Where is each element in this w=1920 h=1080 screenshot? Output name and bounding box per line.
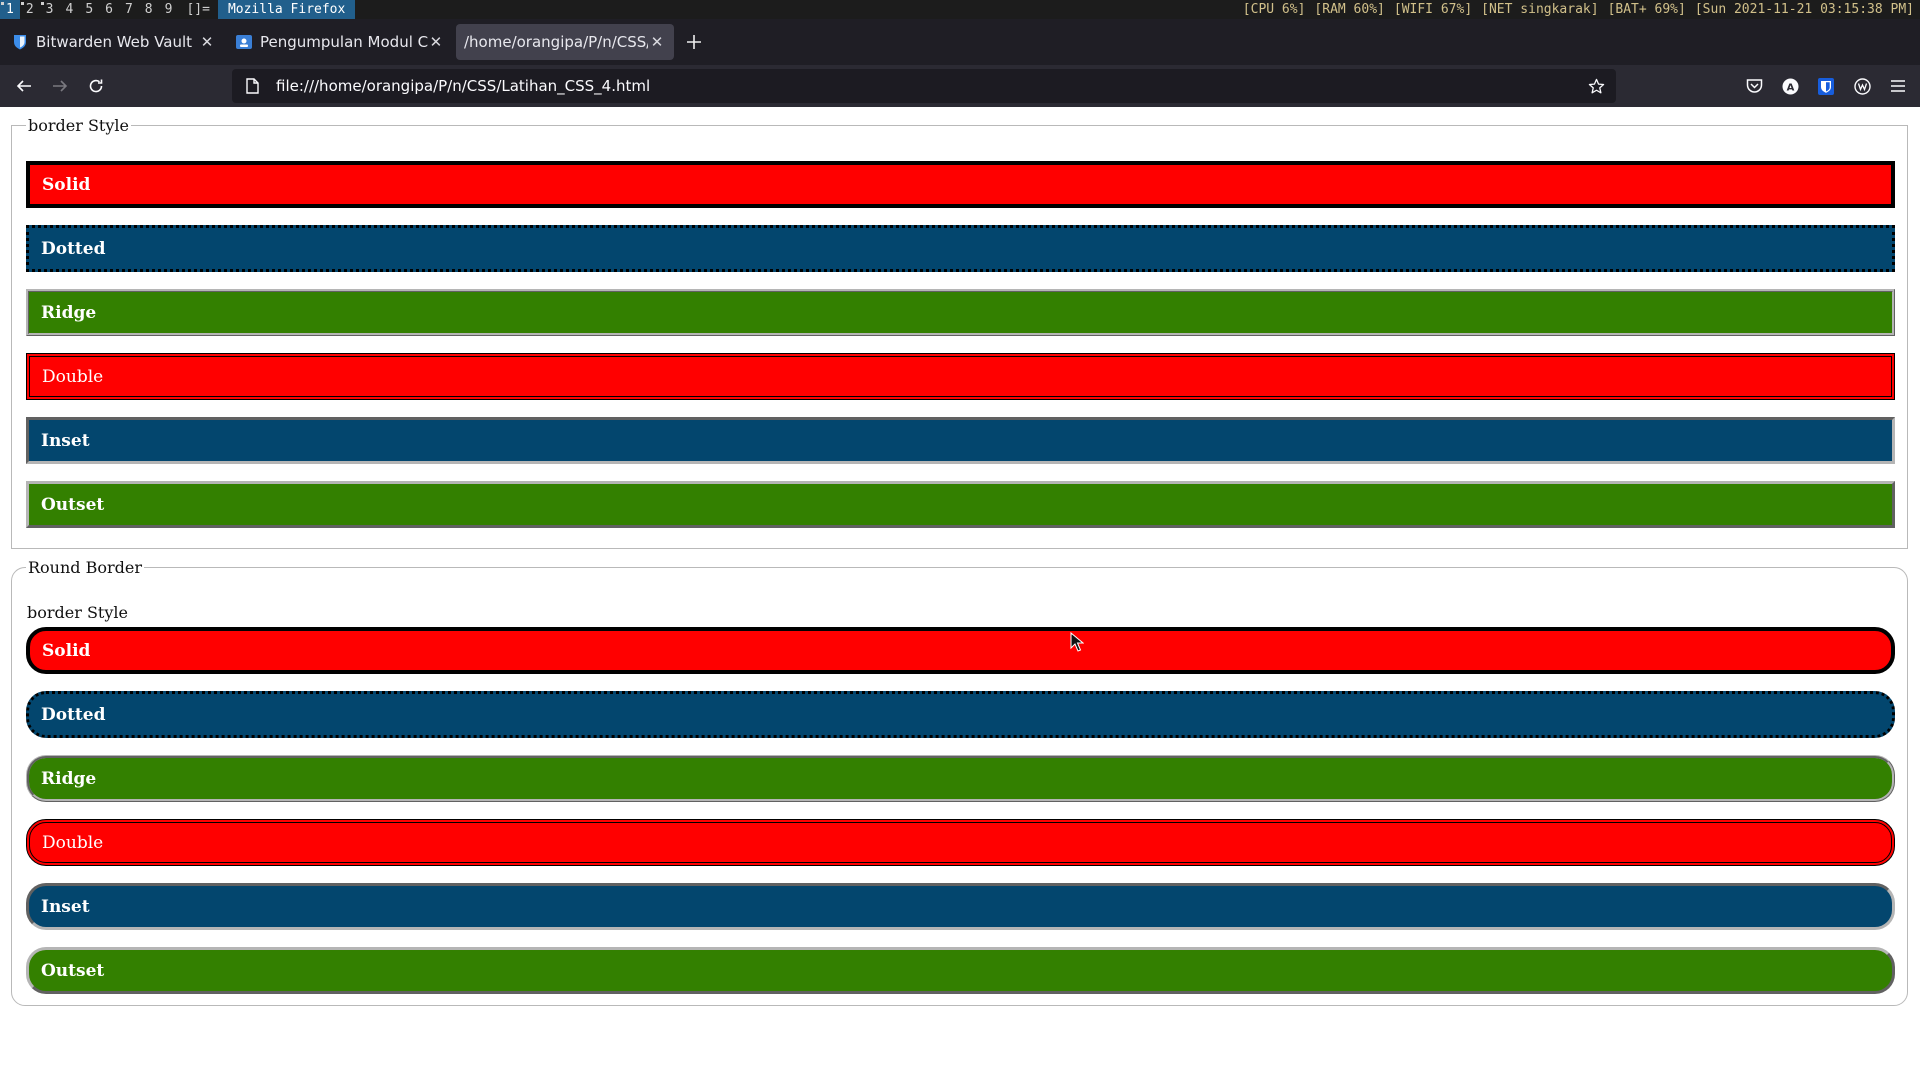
- layout-indicator[interactable]: []=: [178, 0, 217, 19]
- wifi-status: [WIFI 67%]: [1393, 2, 1473, 17]
- close-icon[interactable]: ✕: [648, 33, 666, 51]
- solid-border-box: Solid: [26, 627, 1895, 674]
- workspace-4[interactable]: 4: [59, 0, 79, 19]
- bitwarden-extension-icon[interactable]: [1808, 70, 1844, 102]
- net-status: [NET singkarak]: [1481, 2, 1599, 17]
- outset-border-box: Outset: [26, 947, 1895, 994]
- tab-label: /home/orangipa/P/n/CSS/Lat: [464, 33, 648, 51]
- new-tab-button[interactable]: [678, 26, 710, 58]
- classroom-icon: [236, 34, 252, 50]
- fieldset-legend: Round Border: [28, 558, 143, 577]
- workspace-1[interactable]: 1: [0, 0, 20, 19]
- dotted-border-box: Dotted: [26, 691, 1895, 738]
- tab-latihan-css[interactable]: /home/orangipa/P/n/CSS/Lat ✕: [456, 24, 674, 60]
- inset-border-box: Inset: [26, 883, 1895, 930]
- double-border-box: Double: [26, 353, 1895, 400]
- fieldset-legend: border Style: [28, 116, 129, 135]
- ridge-border-box: Ridge: [26, 289, 1895, 336]
- outset-border-box: Outset: [26, 481, 1895, 528]
- clock: [Sun 2021-11-21 03:15:38 PM]: [1694, 2, 1914, 17]
- url-bar[interactable]: file:///home/orangipa/P/n/CSS/Latihan_CS…: [232, 69, 1616, 103]
- extension-icon[interactable]: [1844, 70, 1880, 102]
- page-icon: [242, 78, 262, 94]
- solid-border-box: Solid: [26, 161, 1895, 208]
- account-icon[interactable]: A: [1772, 70, 1808, 102]
- round-border-fieldset: Round Border border Style Solid Dotted R…: [11, 558, 1908, 1006]
- bitwarden-shield-icon: [12, 34, 28, 50]
- workspace-7[interactable]: 7: [119, 0, 139, 19]
- double-border-box: Double: [26, 819, 1895, 866]
- bookmark-star-icon[interactable]: [1584, 78, 1608, 95]
- focused-window-title: Mozilla Firefox: [217, 0, 356, 19]
- workspace-5[interactable]: 5: [79, 0, 99, 19]
- mouse-cursor-icon: [1070, 632, 1084, 652]
- workspace-9[interactable]: 9: [159, 0, 179, 19]
- url-text[interactable]: file:///home/orangipa/P/n/CSS/Latihan_CS…: [276, 77, 650, 95]
- arrow-right-icon: [53, 80, 68, 92]
- status-blocks: [CPU 6%] [RAM 60%] [WIFI 67%] [NET singk…: [1243, 0, 1920, 19]
- cpu-status: [CPU 6%]: [1242, 2, 1306, 17]
- plus-icon: [687, 35, 701, 49]
- reload-button[interactable]: [78, 70, 114, 102]
- dotted-border-box: Dotted: [26, 225, 1895, 272]
- close-icon[interactable]: ✕: [428, 33, 444, 51]
- sub-legend: border Style: [27, 603, 128, 622]
- inset-border-box: Inset: [26, 417, 1895, 464]
- ridge-border-box: Ridge: [26, 755, 1895, 802]
- hamburger-menu-icon[interactable]: [1880, 70, 1916, 102]
- workspace-8[interactable]: 8: [139, 0, 159, 19]
- arrow-left-icon: [16, 80, 31, 92]
- workspace-list: 1 2 3 4 5 6 7 8 9: [0, 0, 178, 19]
- toolbar-extensions: A: [1736, 65, 1920, 107]
- tab-pengumpulan[interactable]: Pengumpulan Modul CSS ✕: [228, 24, 452, 60]
- forward-button[interactable]: [42, 70, 78, 102]
- tab-strip: Bitwarden Web Vault ✕ Pengumpulan Modul …: [0, 19, 1920, 65]
- tab-label: Bitwarden Web Vault: [36, 33, 193, 51]
- system-status-bar: 1 2 3 4 5 6 7 8 9 []= Mozilla Firefox [C…: [0, 0, 1920, 19]
- battery-status: [BAT+ 69%]: [1607, 2, 1686, 17]
- workspace-3[interactable]: 3: [40, 0, 60, 19]
- page-viewport: border Style Solid Dotted Ridge Double I…: [0, 107, 1920, 1080]
- border-style-fieldset: border Style Solid Dotted Ridge Double I…: [11, 116, 1908, 549]
- reload-icon: [89, 79, 103, 93]
- close-icon[interactable]: ✕: [198, 33, 216, 51]
- tab-label: Pengumpulan Modul CSS: [260, 33, 428, 51]
- ram-status: [RAM 60%]: [1314, 2, 1385, 17]
- svg-text:A: A: [1786, 82, 1794, 93]
- back-button[interactable]: [6, 70, 42, 102]
- workspace-2[interactable]: 2: [20, 0, 40, 19]
- pocket-icon[interactable]: [1736, 70, 1772, 102]
- navigation-toolbar: file:///home/orangipa/P/n/CSS/Latihan_CS…: [0, 65, 1920, 107]
- tab-bitwarden[interactable]: Bitwarden Web Vault ✕: [4, 24, 224, 60]
- workspace-6[interactable]: 6: [99, 0, 119, 19]
